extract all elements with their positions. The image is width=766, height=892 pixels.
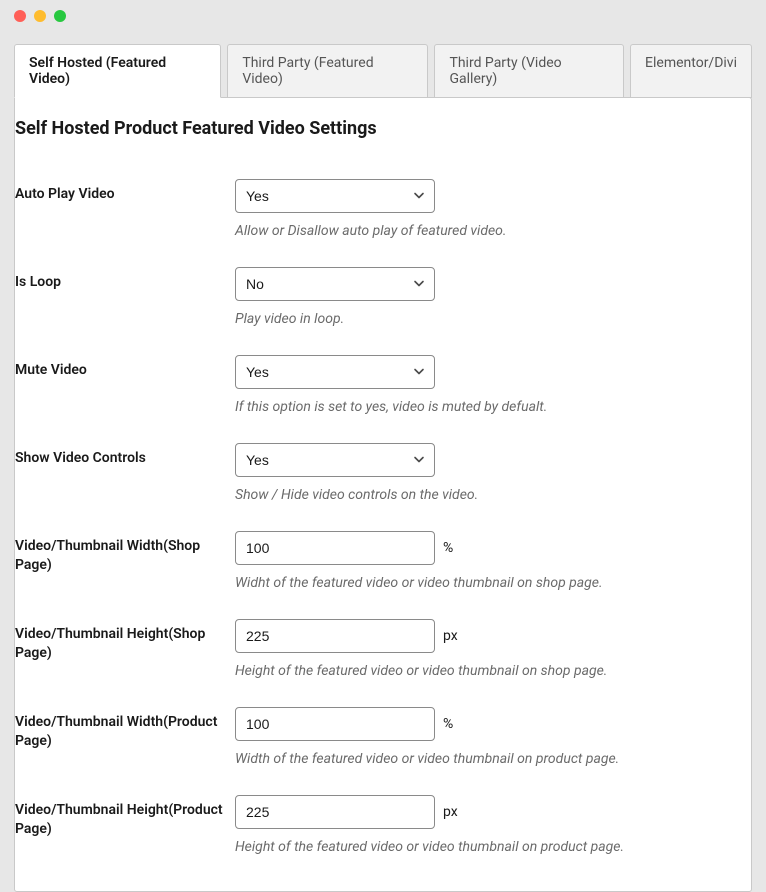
tab-0[interactable]: Self Hosted (Featured Video) [14,44,221,98]
thumb-w-shop-input[interactable] [235,531,435,565]
setting-control-mute-video: Yes If this option is set to yes, video i… [235,355,751,415]
setting-control-thumb-h-shop: px Height of the featured video or video … [235,619,751,679]
thumb-h-shop-input[interactable] [235,619,435,653]
setting-label-thumb-w-prod: Video/Thumbnail Width(Product Page) [15,707,235,751]
control-line: Yes [235,355,751,389]
select-wrap: No [235,267,435,301]
control-line: No [235,267,751,301]
setting-label-mute-video: Mute Video [15,355,235,380]
setting-control-thumb-w-prod: % Width of the featured video or video th… [235,707,751,767]
setting-control-thumb-h-prod: px Height of the featured video or video … [235,795,751,855]
tab-2[interactable]: Third Party (Video Gallery) [434,44,624,98]
control-line: px [235,619,751,653]
settings-list: Auto Play VideoYesAllow or Disallow auto… [15,161,751,865]
control-line: px [235,795,751,829]
thumb-w-prod-input[interactable] [235,707,435,741]
window-minimize-button[interactable] [34,10,46,22]
tab-3[interactable]: Elementor/Divi [630,44,752,98]
setting-label-thumb-w-shop: Video/Thumbnail Width(Shop Page) [15,531,235,575]
show-controls-select[interactable]: Yes [235,443,435,477]
setting-row-thumb-w-shop: Video/Thumbnail Width(Shop Page)% Widht o… [15,513,751,601]
mute-video-select[interactable]: Yes [235,355,435,389]
help-text: Height of the featured video or video th… [235,839,751,855]
select-wrap: Yes [235,443,435,477]
setting-row-show-controls: Show Video ControlsYes Show / Hide video … [15,425,751,513]
help-text: Allow or Disallow auto play of featured … [235,223,751,239]
content-area: Self Hosted (Featured Video)Third Party … [0,32,766,892]
auto-play-select[interactable]: Yes [235,179,435,213]
setting-label-thumb-h-shop: Video/Thumbnail Height(Shop Page) [15,619,235,663]
setting-row-thumb-h-shop: Video/Thumbnail Height(Shop Page) px Heigh… [15,601,751,689]
setting-label-is-loop: Is Loop [15,267,235,292]
setting-control-show-controls: Yes Show / Hide video controls on the vid… [235,443,751,503]
help-text: Play video in loop. [235,311,751,327]
tab-1[interactable]: Third Party (Featured Video) [227,44,428,98]
panel-title: Self Hosted Product Featured Video Setti… [15,118,751,161]
tabs-bar: Self Hosted (Featured Video)Third Party … [14,44,752,98]
help-text: Widht of the featured video or video thu… [235,575,751,591]
window-maximize-button[interactable] [54,10,66,22]
help-text: Show / Hide video controls on the video. [235,487,751,503]
select-wrap: Yes [235,179,435,213]
app-window: Self Hosted (Featured Video)Third Party … [0,0,766,811]
unit-label: px [443,804,458,820]
thumb-h-prod-input[interactable] [235,795,435,829]
window-titlebar [0,0,766,32]
setting-row-mute-video: Mute VideoYes If this option is set to ye… [15,337,751,425]
control-line: Yes [235,443,751,477]
setting-label-thumb-h-prod: Video/Thumbnail Height(Product Page) [15,795,235,839]
setting-row-thumb-h-prod: Video/Thumbnail Height(Product Page) px He… [15,777,751,865]
setting-control-auto-play: Yes Allow or Disallow auto play of featur… [235,179,751,239]
setting-control-is-loop: No Play video in loop. [235,267,751,327]
select-wrap: Yes [235,355,435,389]
setting-row-auto-play: Auto Play VideoYes Allow or Disallow auto… [15,161,751,249]
setting-label-show-controls: Show Video Controls [15,443,235,468]
control-line: Yes [235,179,751,213]
window-close-button[interactable] [14,10,26,22]
help-text: If this option is set to yes, video is m… [235,399,751,415]
unit-label: % [443,540,453,556]
settings-panel: Self Hosted Product Featured Video Setti… [14,97,752,892]
setting-row-is-loop: Is LoopNo Play video in loop. [15,249,751,337]
unit-label: px [443,628,458,644]
is-loop-select[interactable]: No [235,267,435,301]
control-line: % [235,531,751,565]
control-line: % [235,707,751,741]
help-text: Width of the featured video or video thu… [235,751,751,767]
setting-control-thumb-w-shop: % Widht of the featured video or video th… [235,531,751,591]
setting-label-auto-play: Auto Play Video [15,179,235,204]
setting-row-thumb-w-prod: Video/Thumbnail Width(Product Page)% Widt… [15,689,751,777]
help-text: Height of the featured video or video th… [235,663,751,679]
unit-label: % [443,716,453,732]
